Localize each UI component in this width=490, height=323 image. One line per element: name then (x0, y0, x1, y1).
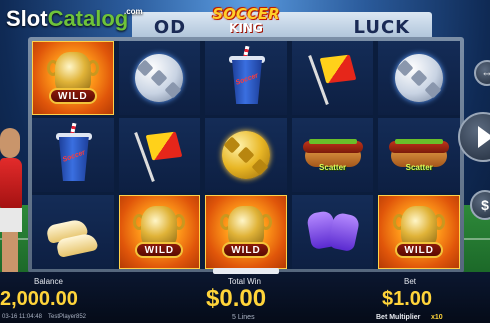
reel-cell: Soccer (32, 118, 114, 192)
soccer-ball-icon (135, 54, 184, 102)
expand-arrows-icon[interactable]: ⇔ (474, 60, 490, 86)
reel-cell (291, 195, 374, 269)
hotdog-scatter-symbol: Scatter (387, 123, 451, 187)
silver-ball-symbol (387, 46, 451, 110)
lines-count: 5 Lines (232, 314, 255, 321)
logo-title-bottom: KING (229, 20, 263, 35)
bet-multiplier-value: x10 (431, 314, 443, 321)
wild-trophy-symbol: WILD (214, 200, 278, 264)
watermark-part1: Slot (6, 6, 48, 31)
reel-cell (32, 195, 114, 269)
logo-title-top: SOCCER (212, 4, 280, 23)
bet-value: $1.00 (382, 288, 433, 310)
game-stage: OD LUCK SOCCER KING SlotCatalog .com WIL… (0, 0, 490, 323)
silver-ball-symbol (127, 46, 191, 110)
reel-cell (118, 41, 201, 115)
reel-cell: Scatter (291, 118, 374, 192)
reel-cell: WILD (32, 41, 114, 115)
soda-cup-symbol: Soccer (41, 122, 105, 187)
wild-label: WILD (395, 242, 444, 258)
reel-cell: WILD (118, 195, 201, 269)
game-logo: SOCCER KING (207, 0, 285, 40)
wild-label: WILD (48, 88, 97, 104)
corner-flag-symbol (127, 123, 191, 187)
wild-label: WILD (221, 242, 270, 258)
watermark: SlotCatalog .com (6, 6, 143, 32)
balance-label: Balance (34, 277, 63, 286)
gloves-symbol (301, 200, 365, 264)
watermark-part2: Catalog (47, 6, 129, 31)
bet-multiplier-label: Bet Multiplier (376, 314, 421, 321)
corner-flag-symbol (301, 46, 365, 110)
session-timestamp: 03-16 11:04:48 (2, 314, 42, 320)
wild-trophy-symbol: WILD (127, 200, 191, 264)
reel-cell: WILD (378, 195, 460, 269)
reel-cell: Scatter (378, 118, 460, 192)
soda-cup-symbol: Soccer (214, 45, 278, 110)
soccer-ball-icon (395, 54, 444, 102)
scatter-label: Scatter (319, 163, 347, 172)
balance-value: 2,000.00 (0, 288, 78, 310)
scatter-label: Scatter (405, 163, 433, 172)
reel-cell: WILD (205, 195, 287, 269)
wild-trophy-symbol: WILD (387, 200, 451, 264)
bet-label: Bet (404, 277, 417, 286)
reel-cell (378, 41, 460, 115)
reel-cell: Soccer (205, 41, 287, 115)
wild-trophy-symbol: WILD (41, 46, 105, 110)
flag-icon (319, 54, 356, 84)
sign-left-text: OD (153, 16, 187, 38)
boots-symbol (41, 200, 105, 264)
reel-cell (291, 41, 374, 115)
bar-notch (213, 268, 279, 274)
watermark-suffix: .com (124, 7, 143, 16)
wild-label: WILD (135, 242, 184, 258)
gold-ball-symbol (214, 123, 278, 187)
gold-ball-icon (221, 131, 270, 179)
play-triangle-icon (477, 126, 490, 148)
soccer-player-figure (0, 118, 26, 278)
flag-icon (145, 131, 183, 161)
total-win-value: $0.00 (206, 285, 267, 312)
player-name: TestPlayer852 (48, 314, 87, 320)
hotdog-scatter-symbol: Scatter (301, 123, 365, 187)
reel-cell (118, 118, 201, 192)
reel-frame: WILD Soccer Soccer Scatter Scatter WILD WILD WI… (28, 37, 464, 273)
reel-grid: WILD Soccer Soccer Scatter Scatter WILD WILD WI… (32, 41, 460, 269)
dollar-coin-icon: $ (481, 197, 489, 213)
sign-right-text: LUCK (353, 16, 411, 38)
reel-cell (205, 118, 287, 192)
